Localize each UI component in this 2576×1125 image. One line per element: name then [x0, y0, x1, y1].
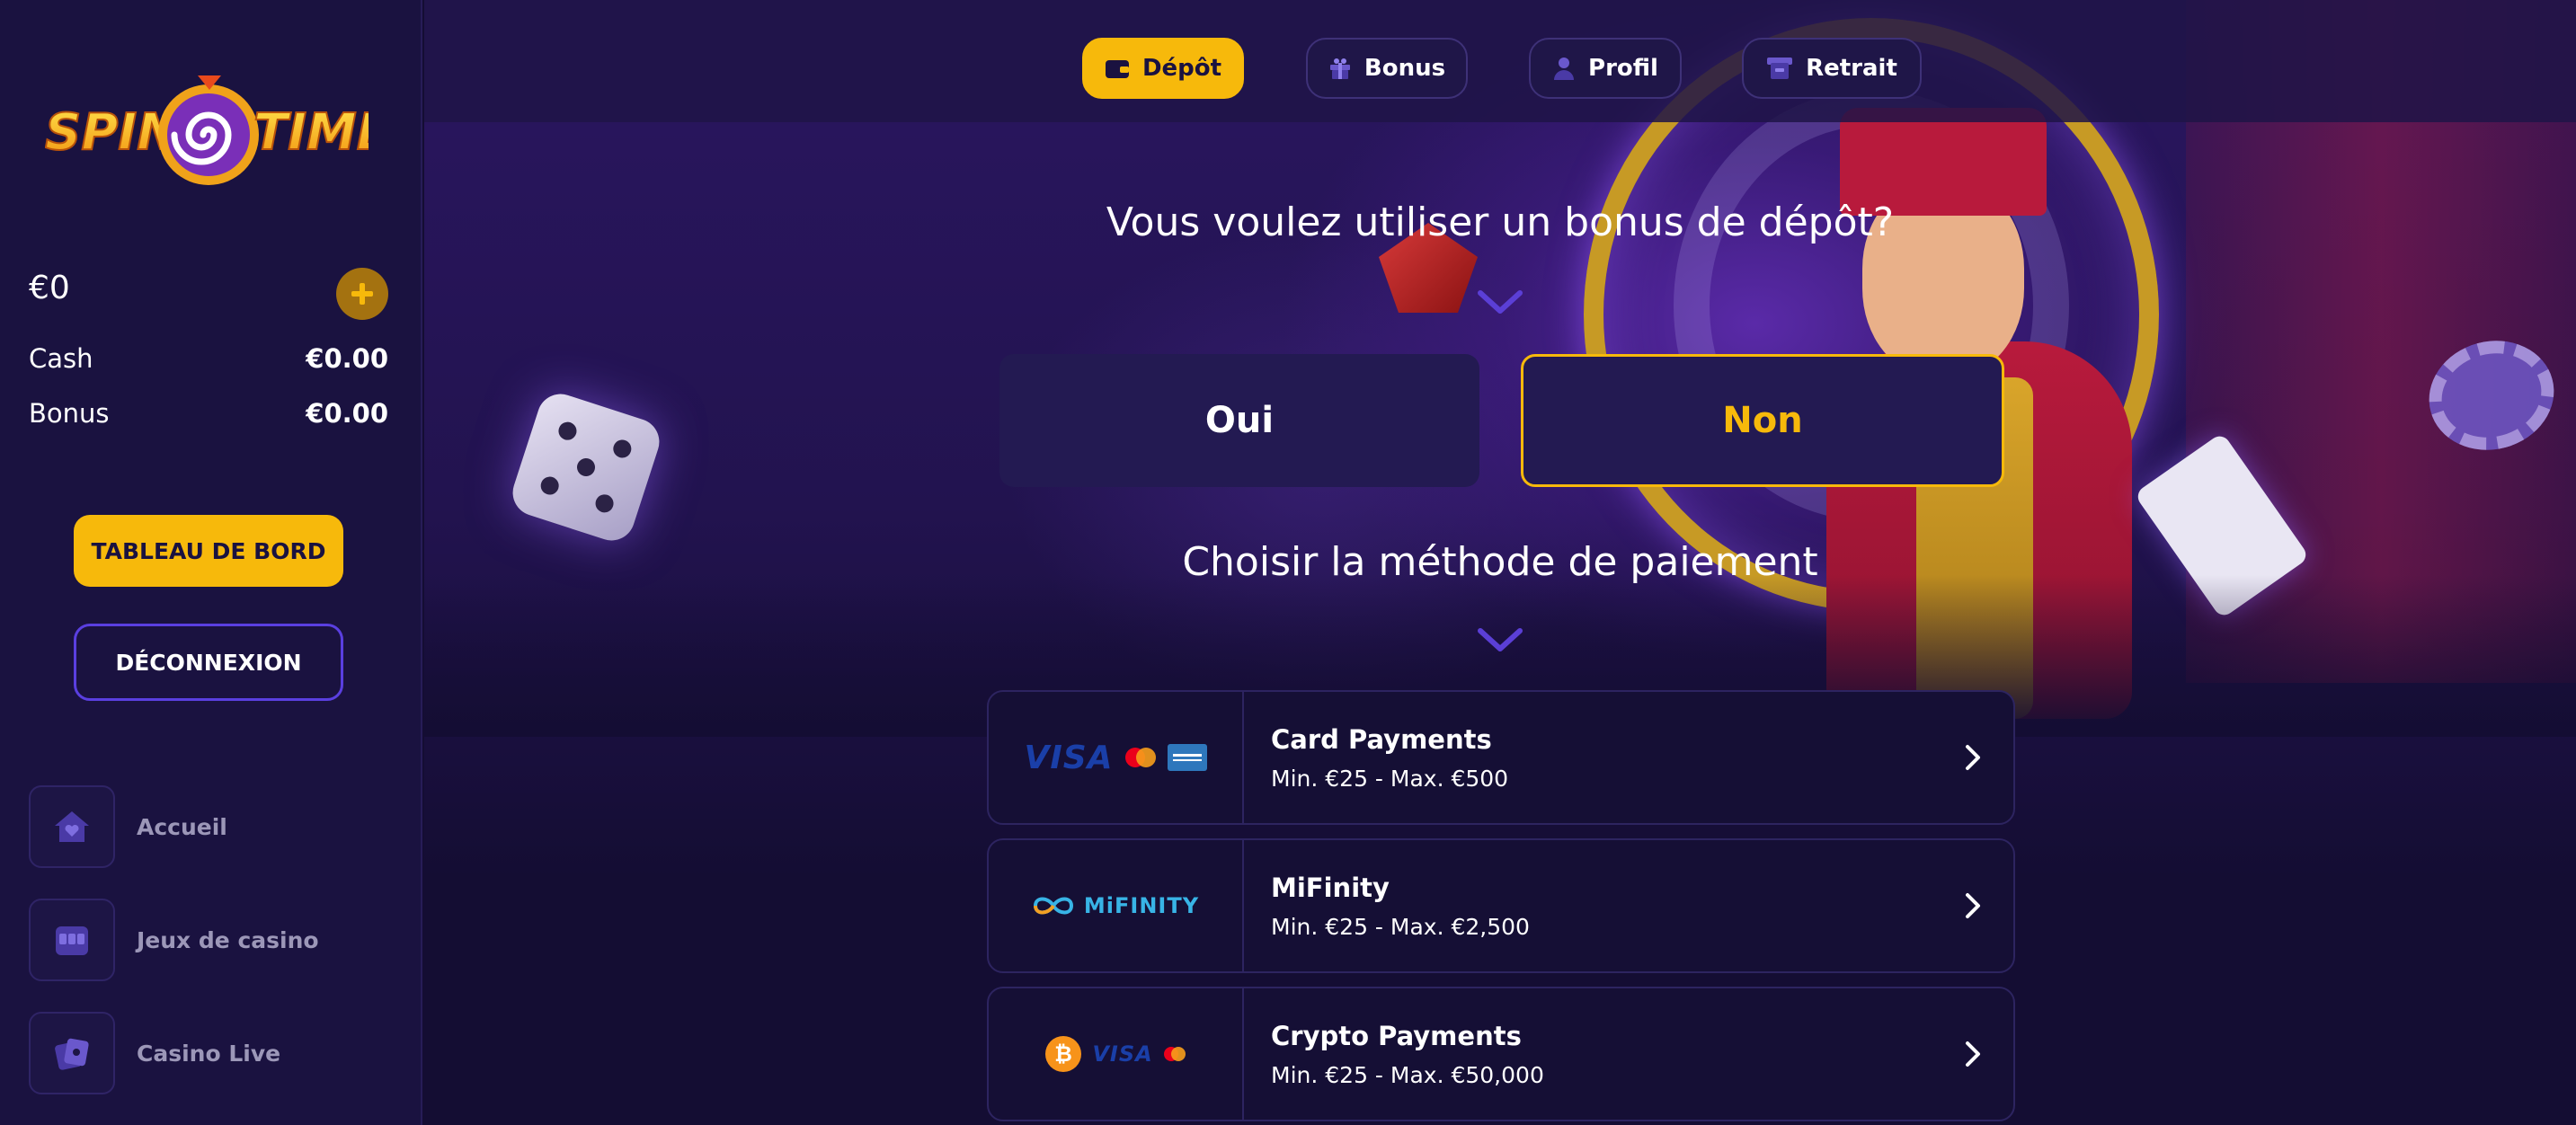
visa-logo: VISA [1024, 739, 1114, 776]
svg-text:₿: ₿ [1055, 1041, 1073, 1067]
sidebar-item-accueil[interactable]: Accueil [29, 785, 406, 868]
bonus-balance-row: Bonus €0.00 [29, 398, 388, 429]
dashboard-button[interactable]: TABLEAU DE BORD [74, 515, 343, 587]
infinity-icon [1033, 897, 1073, 915]
cash-balance-row: Cash €0.00 [29, 343, 388, 374]
method-name: Card Payments [1271, 723, 1492, 755]
tab-label: Dépôt [1141, 55, 1222, 82]
slot-machine-icon [56, 926, 88, 955]
visa-logo: VISA [1092, 1041, 1153, 1067]
sidebar: SPIN TIME €0 Cash €0.00 Bonus €0.00 TABL… [0, 0, 422, 1125]
main-content: Dépôt Bonus Profil Retrait Vous voulez u… [424, 0, 2576, 1125]
tab-bonus[interactable]: Bonus [1306, 38, 1468, 99]
sidebar-item-label: Accueil [137, 813, 227, 840]
tab-label: Profil [1588, 55, 1658, 82]
sidebar-item-label: Jeux de casino [137, 926, 319, 953]
method-info: Card Payments Min. €25 - Max. €500 [1244, 692, 1932, 823]
tab-label: Retrait [1806, 55, 1897, 82]
logout-button[interactable]: DÉCONNEXION [74, 624, 343, 701]
spintime-logo[interactable]: SPIN TIME [44, 70, 392, 196]
bonus-label: Bonus [29, 398, 110, 429]
tab-retrait[interactable]: Retrait [1742, 38, 1922, 99]
card-logos: VISA [989, 692, 1244, 823]
tab-profil[interactable]: Profil [1529, 38, 1682, 99]
logo-text-time: TIME [253, 103, 369, 162]
home-icon-box [29, 785, 115, 868]
amex-logo [1167, 744, 1207, 771]
method-limits: Min. €25 - Max. €50,000 [1271, 1061, 1544, 1088]
chevron-down-icon [1478, 628, 1523, 651]
withdraw-icon [1767, 58, 1793, 79]
bonus-no-button[interactable]: Non [1521, 354, 2004, 487]
balance-total: €0 [29, 270, 70, 306]
method-info: MiFinity Min. €25 - Max. €2,500 [1244, 840, 1932, 971]
chevron-right-icon [1932, 692, 2013, 823]
bonus-question: Vous voulez utiliser un bonus de dépôt? [1106, 199, 1895, 245]
method-name: MiFinity [1271, 872, 1390, 903]
mastercard-logo [1163, 1047, 1186, 1061]
method-name: Crypto Payments [1271, 1020, 1522, 1051]
tab-label: Bonus [1364, 55, 1446, 82]
user-icon [1554, 58, 1575, 80]
payment-method-mifinity[interactable]: MiFINITY MiFinity Min. €25 - Max. €2,500 [987, 838, 2015, 973]
home-icon [55, 811, 89, 842]
bonus-value: €0.00 [306, 398, 388, 429]
method-info: Crypto Payments Min. €25 - Max. €50,000 [1244, 988, 1932, 1120]
add-funds-button[interactable] [336, 268, 388, 320]
sidebar-item-jeux-de-casino[interactable]: Jeux de casino [29, 899, 406, 981]
chevron-right-icon [1932, 988, 2013, 1120]
mifinity-logo: MiFINITY [1083, 893, 1200, 918]
bitcoin-icon: ₿ [1045, 1036, 1082, 1072]
live-cards-icon [55, 1038, 89, 1070]
bonus-yes-button[interactable]: Oui [999, 354, 1479, 487]
gift-icon [1329, 58, 1350, 79]
crypto-logos: ₿ VISA [989, 988, 1244, 1120]
cash-label: Cash [29, 343, 93, 374]
method-limits: Min. €25 - Max. €500 [1271, 765, 1509, 792]
chevron-down-icon [1478, 290, 1523, 314]
method-limits: Min. €25 - Max. €2,500 [1271, 913, 1530, 940]
payment-method-crypto[interactable]: ₿ VISA Crypto Payments Min. €25 - Max. €… [987, 987, 2015, 1121]
payment-method-title: Choisir la méthode de paiement [1182, 539, 1818, 585]
tab-depot[interactable]: Dépôt [1082, 38, 1244, 99]
plus-icon [351, 283, 373, 305]
sidebar-item-casino-live[interactable]: Casino Live [29, 1012, 406, 1094]
account-tabs-bar [424, 0, 2576, 122]
dice-decoration [506, 387, 666, 547]
live-cards-icon-box [29, 1012, 115, 1094]
mastercard-logo [1124, 748, 1156, 767]
payment-method-card[interactable]: VISA Card Payments Min. €25 - Max. €500 [987, 690, 2015, 825]
cash-value: €0.00 [306, 343, 388, 374]
sidebar-item-label: Casino Live [137, 1040, 281, 1067]
mifinity-logos: MiFINITY [989, 840, 1244, 971]
chevron-right-icon [1932, 840, 2013, 971]
wallet-icon [1105, 60, 1129, 78]
slot-machine-icon-box [29, 899, 115, 981]
